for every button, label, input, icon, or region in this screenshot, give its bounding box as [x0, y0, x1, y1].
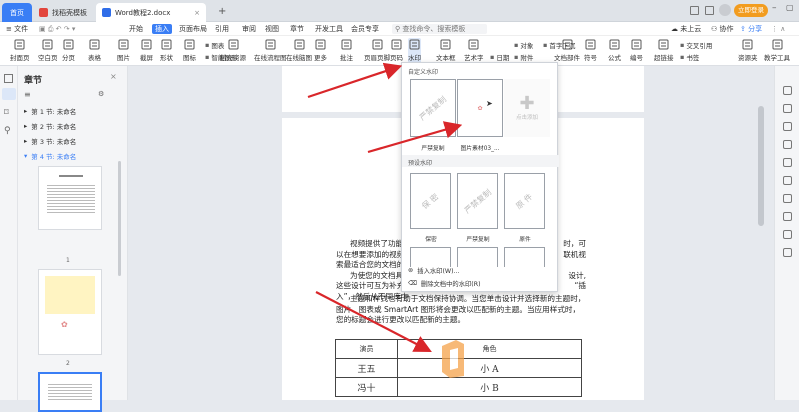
arrow-to-document-watermark: [315, 291, 432, 353]
annotation-arrows: [307, 62, 463, 353]
arrow-to-custom-watermark: [367, 121, 463, 154]
arrow-to-watermark-button: [307, 62, 403, 99]
